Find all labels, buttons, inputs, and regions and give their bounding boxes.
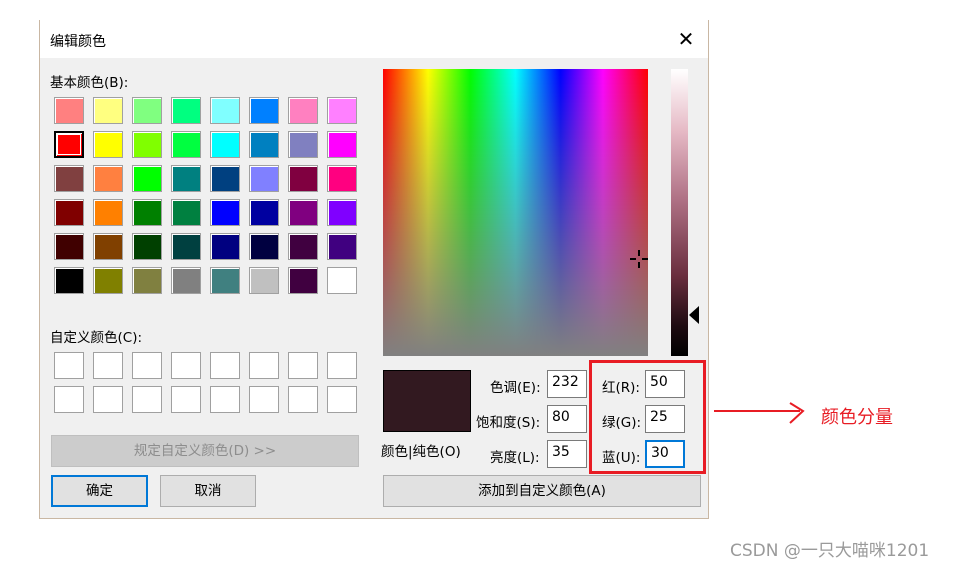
luminance-slider[interactable]: [671, 69, 688, 356]
custom-color-slot[interactable]: [288, 386, 318, 413]
basic-color-swatch[interactable]: [132, 233, 162, 260]
cancel-button[interactable]: 取消: [160, 475, 256, 507]
basic-color-swatch[interactable]: [327, 131, 357, 158]
basic-color-swatch[interactable]: [249, 267, 279, 294]
basic-color-swatch[interactable]: [210, 165, 240, 192]
basic-color-swatch[interactable]: [93, 97, 123, 124]
basic-color-swatch[interactable]: [210, 97, 240, 124]
define-custom-colors-button[interactable]: 规定自定义颜色(D) >>: [51, 435, 359, 467]
custom-color-slot[interactable]: [171, 352, 201, 379]
custom-color-slot[interactable]: [93, 386, 123, 413]
basic-color-swatch[interactable]: [171, 165, 201, 192]
custom-color-slot[interactable]: [132, 352, 162, 379]
basic-color-swatch[interactable]: [288, 97, 318, 124]
dialog-title: 编辑颜色: [50, 34, 106, 50]
color-components-highlight: [589, 360, 706, 474]
basic-color-swatch[interactable]: [132, 199, 162, 226]
title-bar: 编辑颜色 ✕: [40, 20, 708, 58]
basic-color-swatch[interactable]: [327, 233, 357, 260]
luminance-field[interactable]: 35: [547, 440, 587, 468]
basic-color-swatch[interactable]: [327, 165, 357, 192]
basic-color-swatch[interactable]: [132, 97, 162, 124]
custom-color-slot[interactable]: [93, 352, 123, 379]
saturation-field[interactable]: 80: [547, 405, 587, 433]
custom-color-slot[interactable]: [210, 352, 240, 379]
basic-color-swatch[interactable]: [288, 165, 318, 192]
saturation-label: 饱和度(S):: [476, 415, 541, 431]
basic-color-swatch[interactable]: [210, 131, 240, 158]
basic-color-swatch[interactable]: [93, 131, 123, 158]
basic-color-swatch[interactable]: [132, 267, 162, 294]
basic-color-swatch[interactable]: [288, 131, 318, 158]
add-to-custom-colors-button[interactable]: 添加到自定义颜色(A): [383, 475, 701, 507]
watermark: CSDN @一只大喵咪1201: [730, 541, 930, 561]
preview-label: 颜色|纯色(O): [381, 444, 461, 460]
basic-color-swatch[interactable]: [327, 267, 357, 294]
ok-button[interactable]: 确定: [51, 475, 148, 507]
basic-color-swatch[interactable]: [210, 233, 240, 260]
custom-color-slot[interactable]: [327, 352, 357, 379]
basic-color-swatch[interactable]: [288, 199, 318, 226]
basic-color-swatch[interactable]: [327, 97, 357, 124]
basic-color-swatch[interactable]: [249, 131, 279, 158]
custom-color-slot[interactable]: [132, 386, 162, 413]
hue-label: 色调(E):: [490, 380, 541, 396]
basic-color-swatch[interactable]: [132, 165, 162, 192]
basic-color-swatch[interactable]: [54, 267, 84, 294]
color-spectrum[interactable]: [383, 69, 648, 356]
color-preview: [383, 370, 471, 432]
custom-color-slot[interactable]: [171, 386, 201, 413]
basic-color-swatch[interactable]: [171, 97, 201, 124]
luminance-arrow-icon[interactable]: [689, 306, 699, 324]
hue-field[interactable]: 232: [547, 370, 587, 398]
basic-colors-label: 基本颜色(B):: [50, 75, 129, 91]
custom-color-slot[interactable]: [54, 352, 84, 379]
basic-color-swatch[interactable]: [93, 165, 123, 192]
basic-color-swatch[interactable]: [249, 233, 279, 260]
basic-color-swatch[interactable]: [54, 165, 84, 192]
basic-color-swatch[interactable]: [288, 267, 318, 294]
basic-color-swatch[interactable]: [54, 199, 84, 226]
annotation-arrow-icon: [714, 402, 805, 424]
basic-color-swatch[interactable]: [54, 97, 84, 124]
basic-color-swatch[interactable]: [132, 131, 162, 158]
custom-color-slot[interactable]: [288, 352, 318, 379]
basic-color-swatch[interactable]: [93, 199, 123, 226]
basic-color-swatch[interactable]: [210, 199, 240, 226]
basic-color-swatch[interactable]: [171, 131, 201, 158]
custom-colors-label: 自定义颜色(C):: [50, 330, 143, 346]
basic-color-swatch[interactable]: [93, 267, 123, 294]
basic-color-swatch[interactable]: [249, 199, 279, 226]
basic-color-swatch[interactable]: [171, 267, 201, 294]
crosshair-icon: [630, 250, 648, 268]
custom-color-slot[interactable]: [54, 386, 84, 413]
custom-color-slot[interactable]: [327, 386, 357, 413]
basic-color-swatch[interactable]: [210, 267, 240, 294]
basic-color-swatch[interactable]: [288, 233, 318, 260]
annotation-label: 颜色分量: [821, 407, 893, 428]
close-icon[interactable]: ✕: [673, 27, 699, 51]
custom-color-slot[interactable]: [210, 386, 240, 413]
basic-color-swatch[interactable]: [54, 131, 84, 158]
basic-color-swatch[interactable]: [327, 199, 357, 226]
basic-color-swatch[interactable]: [249, 165, 279, 192]
basic-color-swatch[interactable]: [171, 233, 201, 260]
luminance-label: 亮度(L):: [490, 450, 540, 466]
basic-color-swatch[interactable]: [54, 233, 84, 260]
basic-color-swatch[interactable]: [249, 97, 279, 124]
basic-color-swatch[interactable]: [93, 233, 123, 260]
custom-color-slot[interactable]: [249, 352, 279, 379]
custom-color-slot[interactable]: [249, 386, 279, 413]
basic-color-swatch[interactable]: [171, 199, 201, 226]
